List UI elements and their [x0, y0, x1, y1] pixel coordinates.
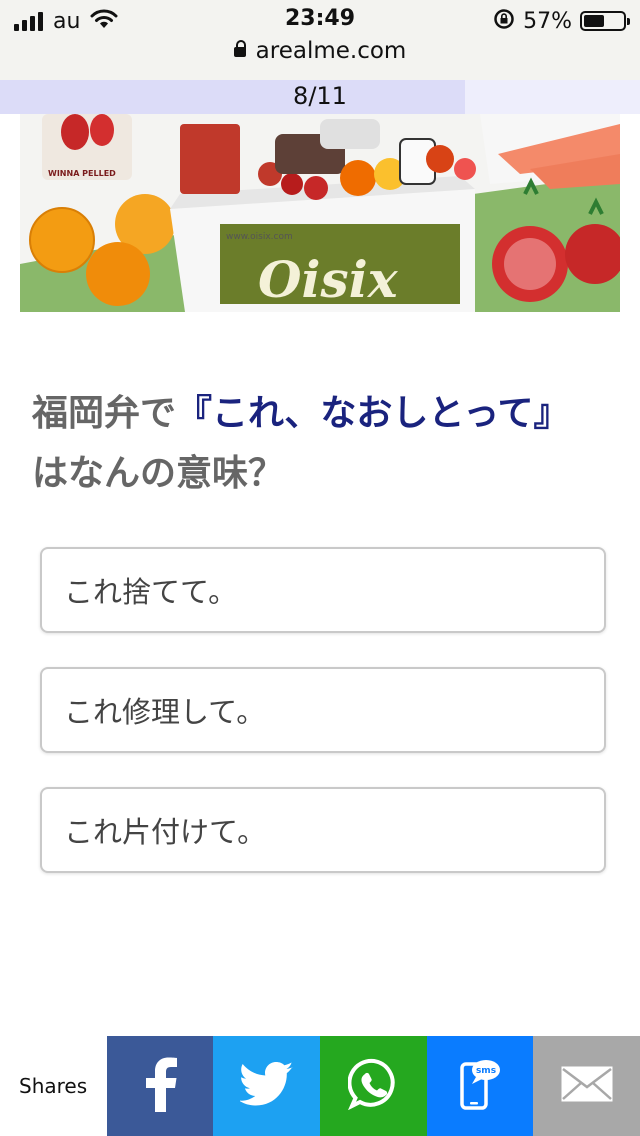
address-bar[interactable]: arealme.com	[0, 38, 640, 64]
sms-share-button[interactable]: sms	[427, 1036, 533, 1136]
hero-image: WINNA PELLED www.oisix.com Oisix	[20, 114, 620, 312]
answer-label: これ片付けて。	[64, 815, 267, 849]
question-suffix: はなんの意味？	[32, 453, 285, 494]
shares-label: Shares	[19, 1074, 88, 1098]
answer-option-2[interactable]: これ修理して。	[40, 667, 606, 753]
facebook-share-button[interactable]	[107, 1036, 213, 1136]
whatsapp-share-button[interactable]	[320, 1036, 427, 1136]
can-label: WINNA PELLED	[48, 169, 116, 178]
progress-label: 8/11	[293, 82, 347, 110]
quiz-progress: 8/11	[0, 80, 640, 114]
battery-fill	[584, 15, 604, 27]
sms-icon-text: sms	[476, 1066, 496, 1076]
status-bar: au 23:49 57% arealme.com	[0, 0, 640, 81]
answer-label: これ捨てて。	[64, 575, 238, 609]
answer-option-3[interactable]: これ片付けて。	[40, 787, 606, 873]
status-right: 57%	[493, 8, 630, 34]
question-text: 福岡弁で『これ、なおしとって』 はなんの意味？	[32, 384, 592, 504]
answer-option-1[interactable]: これ捨てて。	[40, 547, 606, 633]
twitter-share-button[interactable]	[213, 1036, 320, 1136]
twitter-icon	[238, 1062, 294, 1110]
url-text: arealme.com	[255, 38, 407, 64]
oisix-logo: Oisix	[258, 250, 399, 309]
share-bar: Shares sms	[0, 1036, 640, 1136]
facebook-icon	[140, 1056, 180, 1116]
question-prefix: 福岡弁で	[32, 393, 177, 434]
lock-icon	[233, 40, 246, 57]
battery-percent: 57%	[523, 8, 572, 34]
email-share-button[interactable]	[533, 1036, 640, 1136]
sms-icon: sms	[458, 1056, 502, 1116]
question-highlight: 『これ、なおしとって』	[176, 393, 570, 434]
whatsapp-icon	[346, 1058, 400, 1114]
battery-icon	[580, 11, 630, 31]
mail-icon	[561, 1066, 613, 1106]
answer-label: これ修理して。	[64, 695, 266, 729]
rotation-lock-icon	[493, 8, 515, 34]
box-url: www.oisix.com	[226, 232, 293, 242]
